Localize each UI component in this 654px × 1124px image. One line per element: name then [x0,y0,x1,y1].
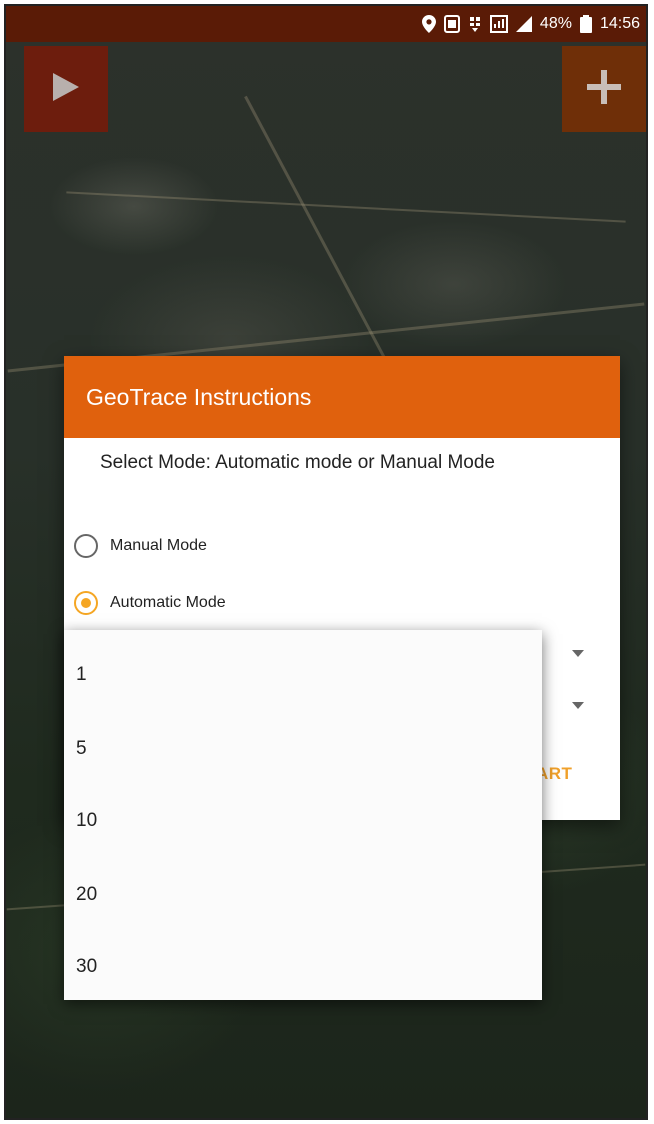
dialog-title: GeoTrace Instructions [64,356,620,438]
radio-button[interactable] [74,534,98,558]
radio-manual-mode[interactable]: Manual Mode [74,534,207,558]
radio-label: Manual Mode [110,537,207,554]
dropdown-option[interactable]: 5 [76,738,87,760]
radio-label: Automatic Mode [110,594,226,611]
play-button[interactable] [24,46,108,132]
interval-dropdown-list: 1 5 10 20 30 [64,630,542,1000]
clock: 14:56 [599,15,640,32]
radio-automatic-mode[interactable]: Automatic Mode [74,591,226,615]
radio-button-selected[interactable] [74,591,98,615]
battery-percent: 48% [539,15,572,32]
dialog-subtitle: Select Mode: Automatic mode or Manual Mo… [100,452,495,473]
dropdown-option[interactable]: 10 [76,810,97,832]
chevron-down-icon[interactable] [572,702,584,709]
nfc-icon [443,14,460,34]
chevron-down-icon[interactable] [572,650,584,657]
dropdown-option[interactable]: 30 [76,956,97,978]
plus-icon [587,70,621,108]
data-4g-icon [468,14,482,34]
signal-icon [515,14,532,34]
dropdown-option[interactable]: 20 [76,884,97,906]
status-bar: 48% 14:56 [6,6,646,42]
dropdown-option[interactable]: 1 [76,664,87,686]
add-button[interactable] [562,46,646,132]
battery-icon [579,14,592,34]
location-icon [421,14,436,34]
map-road [66,191,626,223]
data-box-icon [489,14,508,34]
app-frame: 48% 14:56 GeoTrace Instructions Select M… [4,4,648,1120]
play-icon [53,73,79,105]
